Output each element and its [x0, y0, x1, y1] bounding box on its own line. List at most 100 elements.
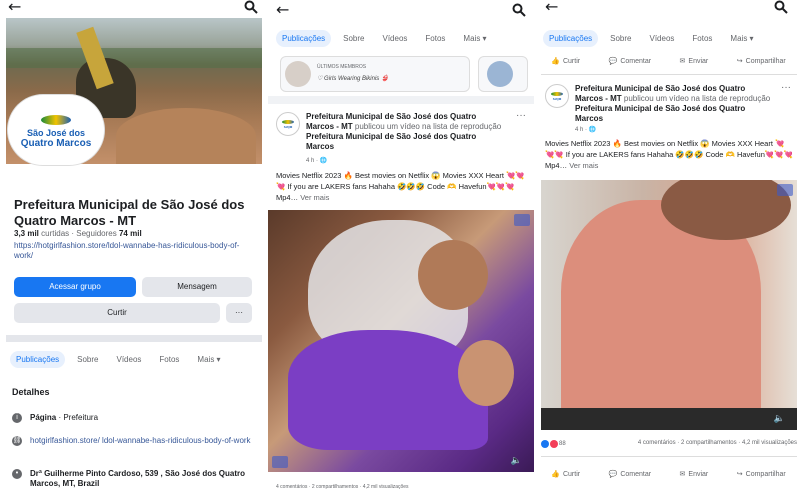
- like-button[interactable]: Curtir: [14, 303, 220, 323]
- thumbs-up-icon: 👍: [551, 58, 560, 65]
- author-avatar[interactable]: SJQM: [545, 84, 569, 108]
- back-arrow-icon[interactable]: ←: [8, 0, 21, 16]
- comment-action[interactable]: 💬 Comentar: [608, 57, 651, 66]
- post-more-icon[interactable]: ···: [516, 110, 526, 121]
- engagement-counts[interactable]: 4 comentários · 2 compartilhamentos · 4,…: [638, 440, 797, 448]
- post-header: Prefeitura Municipal de São José dos Qua…: [306, 112, 506, 152]
- like-action[interactable]: 👍 Curtir: [551, 57, 580, 66]
- top-bar: ←: [0, 0, 266, 16]
- see-more-link[interactable]: Ver mais: [300, 193, 329, 202]
- logo-text-line2: Quatro Marcos: [20, 138, 92, 149]
- love-reaction-icon: [550, 440, 558, 448]
- tab-photos[interactable]: Fotos: [153, 351, 185, 368]
- tab-about[interactable]: Sobre: [71, 351, 104, 368]
- feed-panel-1: ← Publicações Sobre Vídeos Fotos Mais ▾ …: [268, 0, 534, 496]
- group-profile-panel: ← São José dos Quatro Marcos Prefeitura …: [0, 0, 266, 496]
- member-card[interactable]: [478, 56, 528, 92]
- tab-more[interactable]: Mais ▾: [191, 351, 226, 368]
- tab-videos[interactable]: Vídeos: [111, 351, 148, 368]
- post-counts: 88 4 comentários · 2 compartilhamentos ·…: [541, 440, 797, 448]
- comment-icon: 💬: [608, 471, 618, 478]
- search-icon[interactable]: [244, 0, 258, 14]
- page-website-link[interactable]: https://hotgirlfashion.store/ldol-wannab…: [14, 241, 254, 261]
- link-icon: ⛓: [12, 436, 22, 446]
- member-card[interactable]: ÚLTIMOS MEMBROS ♡ Girls Wearing Bikinis …: [280, 56, 470, 92]
- see-more-link[interactable]: Ver mais: [569, 161, 598, 170]
- post-counts[interactable]: 4 comentários · 2 compartilhamentos · 4,…: [276, 484, 526, 490]
- section-divider: [6, 335, 262, 342]
- back-arrow-icon[interactable]: ←: [276, 1, 289, 19]
- reactions-summary[interactable]: 88: [541, 440, 566, 448]
- post-playlist[interactable]: Prefeitura Municipal de São José dos Qua…: [575, 104, 745, 123]
- like-reaction-icon: [541, 440, 549, 448]
- details-address: Drª Guilherme Pinto Cardoso, 539 , São J…: [30, 469, 246, 488]
- share-action[interactable]: ↪ Compartilhar: [737, 470, 786, 479]
- video-watermark-icon: [272, 456, 288, 468]
- followers-label: Seguidores: [76, 229, 117, 238]
- like-action[interactable]: 👍 Curtir: [551, 470, 580, 479]
- municipal-flag-icon: [41, 115, 71, 125]
- send-action[interactable]: ✉ Enviar: [679, 57, 709, 66]
- post-playlist[interactable]: Prefeitura Municipal de São José dos Qua…: [306, 132, 476, 151]
- previous-post-actions: 👍 Curtir 💬 Comentar ✉ Enviar ↪ Compartilhar: [537, 52, 800, 70]
- video-controls-bar[interactable]: [541, 408, 797, 430]
- thumbs-up-icon: 👍: [551, 471, 560, 478]
- message-button[interactable]: Mensagem: [142, 277, 252, 297]
- comment-action[interactable]: 💬 Comentar: [608, 470, 651, 479]
- tab-posts[interactable]: Publicações: [276, 30, 332, 47]
- post-timestamp: 4 h · 🌐: [575, 127, 597, 133]
- send-action[interactable]: ✉ Enviar: [679, 470, 709, 479]
- page-title: Prefeitura Municipal de São José dos Qua…: [14, 197, 245, 228]
- messenger-icon: ✉: [679, 58, 686, 65]
- author-avatar[interactable]: SJQM: [276, 112, 300, 136]
- reaction-count: 88: [559, 441, 566, 447]
- video-badge-icon: [514, 214, 530, 226]
- video-player[interactable]: 🔈: [268, 210, 534, 472]
- tab-photos[interactable]: Fotos: [686, 30, 718, 47]
- tab-more[interactable]: Mais ▾: [724, 30, 759, 47]
- search-icon[interactable]: [512, 3, 526, 17]
- member-card-title: ♡ Girls Wearing Bikinis 👙: [317, 76, 389, 82]
- back-arrow-icon[interactable]: ←: [545, 0, 558, 16]
- post-actions: 👍 Curtir 💬 Comentar ✉ Enviar ↪ Compartilhar: [537, 465, 800, 483]
- comment-icon: 💬: [608, 58, 618, 65]
- video-badge-icon: [777, 184, 793, 196]
- more-options-button[interactable]: ···: [226, 303, 252, 323]
- details-website-link[interactable]: hotgirlfashion.store/ ldol-wannabe-has-r…: [30, 436, 251, 446]
- details-link-row[interactable]: ⛓ hotgirlfashion.store/ ldol-wannabe-has…: [12, 436, 256, 446]
- tab-posts[interactable]: Publicações: [10, 351, 66, 368]
- tab-about[interactable]: Sobre: [337, 30, 370, 47]
- likes-count: 3,3 mil: [14, 229, 39, 238]
- top-bar: ←: [537, 0, 800, 18]
- video-player[interactable]: 🔈: [541, 180, 797, 430]
- tab-videos[interactable]: Vídeos: [644, 30, 681, 47]
- avatar: [487, 61, 513, 87]
- tab-posts[interactable]: Publicações: [543, 30, 599, 47]
- member-card-label: ÚLTIMOS MEMBROS: [317, 64, 367, 70]
- details-heading: Detalhes: [12, 387, 50, 397]
- tab-about[interactable]: Sobre: [604, 30, 637, 47]
- share-action[interactable]: ↪ Compartilhar: [737, 57, 786, 66]
- search-icon[interactable]: [774, 0, 788, 14]
- page-type-label: Página: [30, 413, 57, 422]
- tab-photos[interactable]: Fotos: [419, 30, 451, 47]
- post-action: publicou um vídeo na lista de reprodução: [354, 122, 502, 131]
- tab-more[interactable]: Mais ▾: [457, 30, 492, 47]
- top-bar: ←: [268, 0, 534, 24]
- post-text: Movies Netflix 2023 🔥 Best movies on Net…: [545, 138, 793, 171]
- profile-logo[interactable]: São José dos Quatro Marcos: [8, 95, 104, 165]
- page-tabs: Publicações Sobre Vídeos Fotos Mais ▾: [10, 351, 227, 368]
- volume-icon[interactable]: 🔈: [511, 456, 522, 466]
- tab-videos[interactable]: Vídeos: [377, 30, 414, 47]
- join-group-button[interactable]: Acessar grupo: [14, 277, 136, 297]
- members-strip: ÚLTIMOS MEMBROS ♡ Girls Wearing Bikinis …: [268, 52, 534, 96]
- details-address-row: • Drª Guilherme Pinto Cardoso, 539 , São…: [12, 469, 256, 489]
- volume-icon[interactable]: 🔈: [774, 414, 785, 424]
- page-stats: 3,3 mil curtidas · Seguidores 74 mil: [14, 229, 142, 238]
- post-more-icon[interactable]: ···: [781, 82, 791, 93]
- post-divider: [541, 74, 797, 75]
- likes-label: curtidas: [41, 229, 70, 238]
- messenger-icon: ✉: [679, 471, 686, 478]
- post-divider: [541, 456, 797, 457]
- logo-text-line1: São José dos: [26, 128, 86, 138]
